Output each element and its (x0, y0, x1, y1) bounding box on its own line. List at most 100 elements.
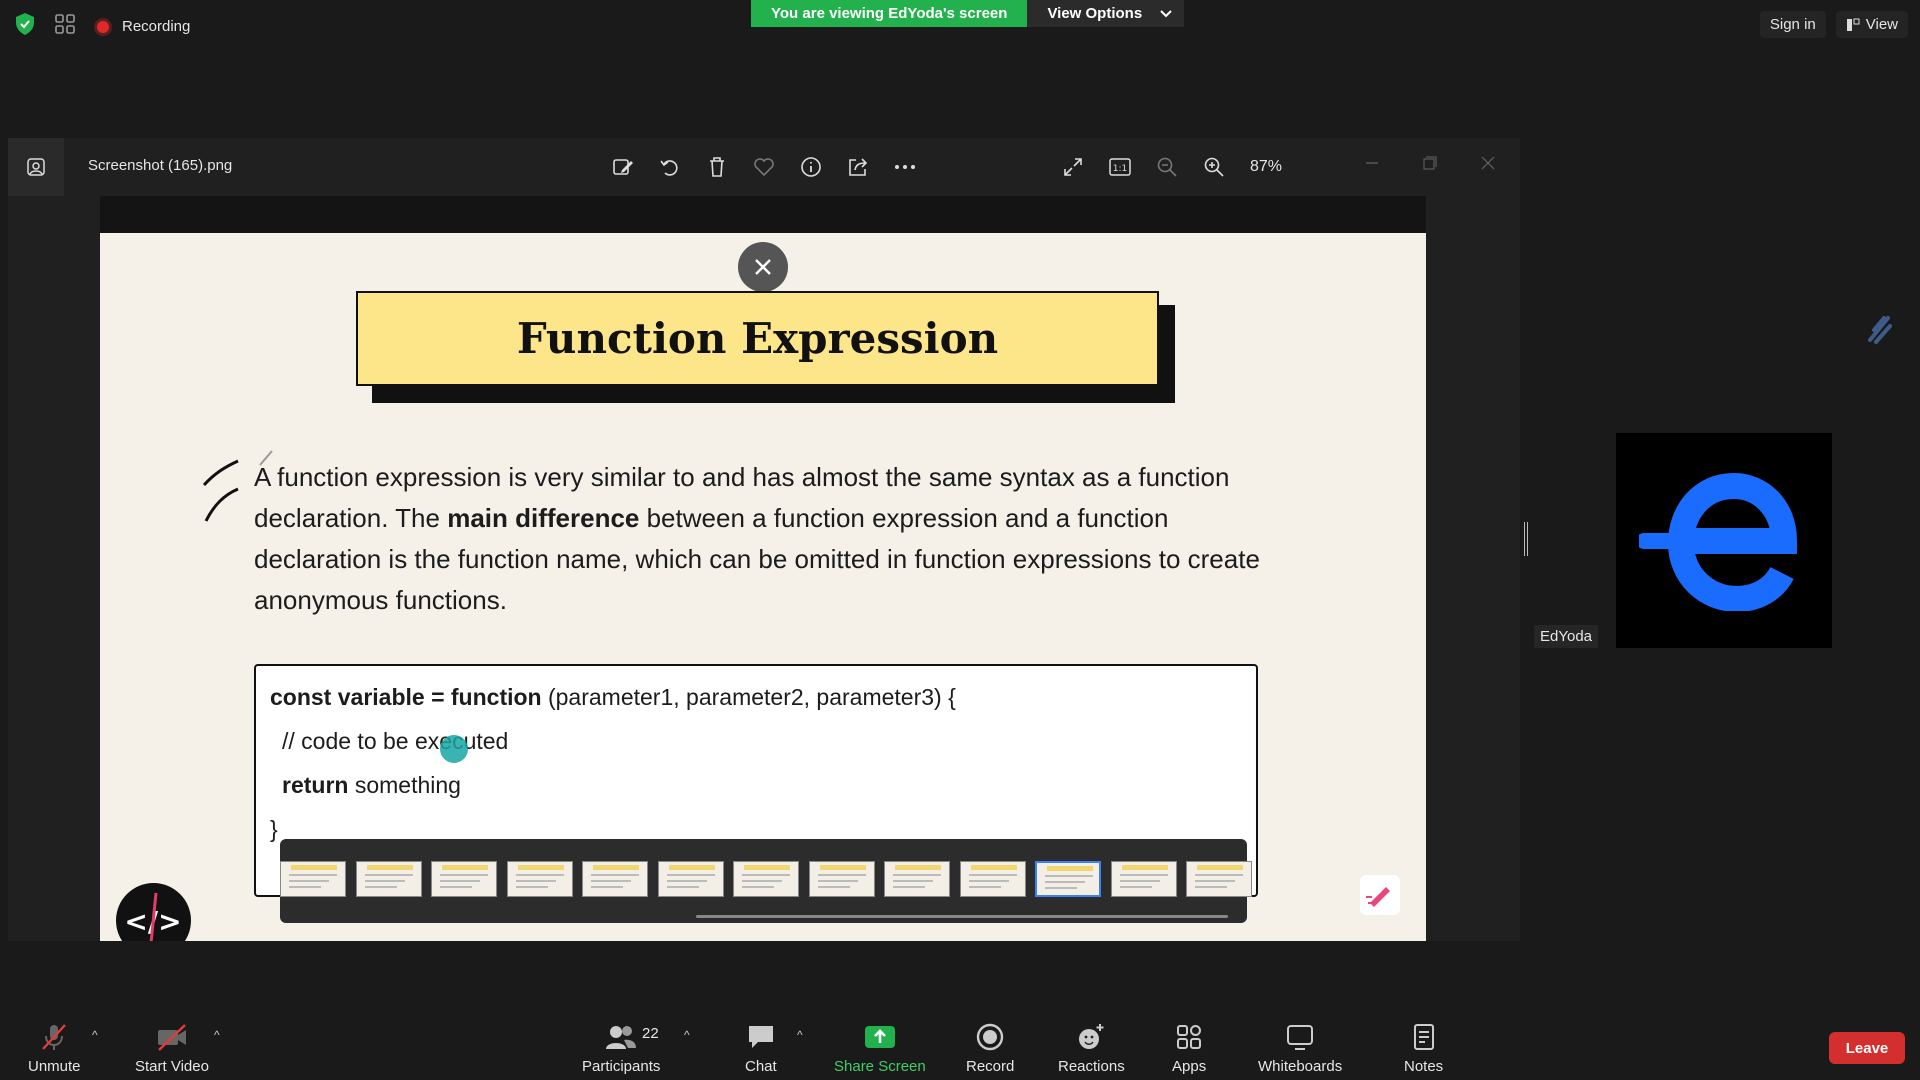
notes-label: Notes (1404, 1058, 1444, 1075)
share-screen-button[interactable]: Share Screen (834, 1022, 926, 1075)
muted-mic-icon (42, 1024, 67, 1050)
thumbnail-scrollbar[interactable] (696, 915, 1228, 918)
thumbnail-text-line (515, 874, 564, 876)
gallery-grid-icon[interactable] (54, 13, 76, 40)
thumbnail-text-line (289, 874, 337, 876)
thumbnail-text-line (817, 874, 866, 876)
slide-thumbnail[interactable] (884, 861, 950, 897)
thumbnail-text-line (742, 874, 790, 876)
chevron-down-icon (1160, 9, 1172, 17)
whiteboards-button[interactable]: Whiteboards (1258, 1022, 1342, 1075)
thumbnail-title-bar (1197, 865, 1243, 870)
slide-thumbnail[interactable] (506, 861, 573, 897)
thumbnail-title-bar (442, 865, 488, 870)
meeting-controls: Unmute ^ Start Video ^ Participants 22 ^… (0, 1008, 1920, 1080)
slide-thumbnail-strip[interactable] (280, 839, 1252, 923)
chat-icon (748, 1026, 773, 1048)
view-layout-icon (1846, 18, 1860, 31)
favorite-icon[interactable] (749, 152, 778, 181)
thumbnail-title-bar (366, 865, 413, 870)
view-button[interactable]: View (1835, 11, 1908, 38)
record-icon (976, 1023, 1004, 1051)
thumbnail-text-line (515, 886, 548, 888)
reactions-button[interactable]: Reactions (1058, 1022, 1125, 1075)
thumbnail-title-bar (970, 865, 1017, 870)
slide-thumbnail[interactable] (808, 861, 875, 897)
sign-in-label: Sign in (1769, 16, 1816, 33)
participants-label: Participants (582, 1058, 661, 1075)
slide-thumbnail[interactable] (582, 861, 648, 897)
thumbnail-text-line (968, 874, 1017, 876)
code-line-2: // code to be executed (282, 728, 509, 754)
close-icon (755, 259, 771, 275)
slide-thumbnail[interactable] (1035, 861, 1101, 897)
fullscreen-icon[interactable] (1058, 152, 1087, 181)
notes-button[interactable]: Notes (1404, 1022, 1443, 1075)
thumbnail-text-line (364, 874, 413, 876)
thumbnail-text-line (289, 880, 329, 882)
apps-button[interactable]: Apps (1172, 1022, 1206, 1075)
thumbnail-text-line (1119, 874, 1168, 876)
slide-thumbnail[interactable] (733, 861, 799, 897)
start-video-button[interactable]: Start Video (135, 1022, 209, 1075)
actual-size-icon[interactable]: 1:1 (1105, 152, 1134, 181)
thumbnail-text-line (666, 880, 707, 882)
unmute-button[interactable]: Unmute (28, 1022, 81, 1075)
minimize-icon[interactable] (1360, 148, 1384, 177)
thumbnail-text-line (1195, 874, 1243, 876)
video-options-caret-icon[interactable]: ^ (214, 1028, 220, 1042)
close-window-icon[interactable] (1476, 148, 1500, 177)
thumbnail-title-bar (1121, 865, 1168, 870)
photos-app-icon[interactable] (8, 138, 64, 196)
delete-icon[interactable] (702, 152, 731, 181)
rotate-icon[interactable] (655, 152, 684, 181)
security-shield-icon[interactable] (14, 12, 36, 41)
side-pen-icon[interactable] (1864, 310, 1894, 351)
audio-options-caret-icon[interactable]: ^ (92, 1028, 98, 1042)
slide-thumbnail[interactable] (1110, 861, 1177, 897)
restore-icon[interactable] (1418, 148, 1442, 177)
slide-thumbnail[interactable] (431, 861, 497, 897)
participants-icon (606, 1026, 637, 1049)
thumbnail-text-line (817, 880, 858, 882)
leave-button[interactable]: Leave (1829, 1032, 1905, 1064)
presenter-cursor-icon (440, 735, 468, 763)
view-options-button[interactable]: View Options (1027, 0, 1185, 27)
record-button[interactable]: Record (966, 1022, 1014, 1075)
edit-image-icon[interactable] (608, 152, 637, 181)
participants-count: 22 (642, 1025, 659, 1042)
sign-in-button[interactable]: Sign in (1759, 11, 1826, 38)
share-icon[interactable] (843, 152, 872, 181)
slide-thumbnail[interactable] (1186, 861, 1252, 897)
thumbnail-text-line (968, 886, 1001, 888)
whiteboards-label: Whiteboards (1258, 1058, 1343, 1075)
info-icon[interactable] (796, 152, 825, 181)
slide-top-band (100, 196, 1426, 233)
slide-thumbnail[interactable] (657, 861, 724, 897)
view-label: View (1865, 16, 1898, 33)
panel-resize-handle[interactable] (1524, 522, 1528, 556)
chat-button[interactable]: Chat (745, 1022, 777, 1075)
pen-tool-badge-icon[interactable] (1360, 875, 1400, 915)
chat-caret-icon[interactable]: ^ (797, 1028, 803, 1042)
close-slide-button[interactable] (738, 242, 788, 292)
recording-indicator[interactable]: Recording (94, 17, 190, 36)
participants-caret-icon[interactable]: ^ (684, 1028, 690, 1042)
participant-name-label: EdYoda (1534, 625, 1599, 648)
unmute-label: Unmute (28, 1058, 81, 1075)
thumbnail-text-line (742, 880, 782, 882)
notes-icon (1413, 1024, 1434, 1050)
slide-thumbnail[interactable] (280, 861, 346, 897)
edyoda-logo-icon (1639, 472, 1798, 611)
zoom-in-icon[interactable] (1199, 152, 1228, 181)
slide-thumbnail[interactable] (355, 861, 422, 897)
apps-label: Apps (1172, 1058, 1207, 1075)
zoom-out-icon[interactable] (1152, 152, 1181, 181)
thumbnail-text-line (893, 886, 925, 888)
participant-video-tile[interactable] (1616, 433, 1832, 648)
paragraph-emphasis: main difference (447, 503, 640, 533)
thumbnail-text-line (666, 874, 715, 876)
slide-thumbnail[interactable] (959, 861, 1026, 897)
slide-title-box: Function Expression (356, 291, 1159, 386)
more-icon[interactable] (890, 152, 919, 181)
